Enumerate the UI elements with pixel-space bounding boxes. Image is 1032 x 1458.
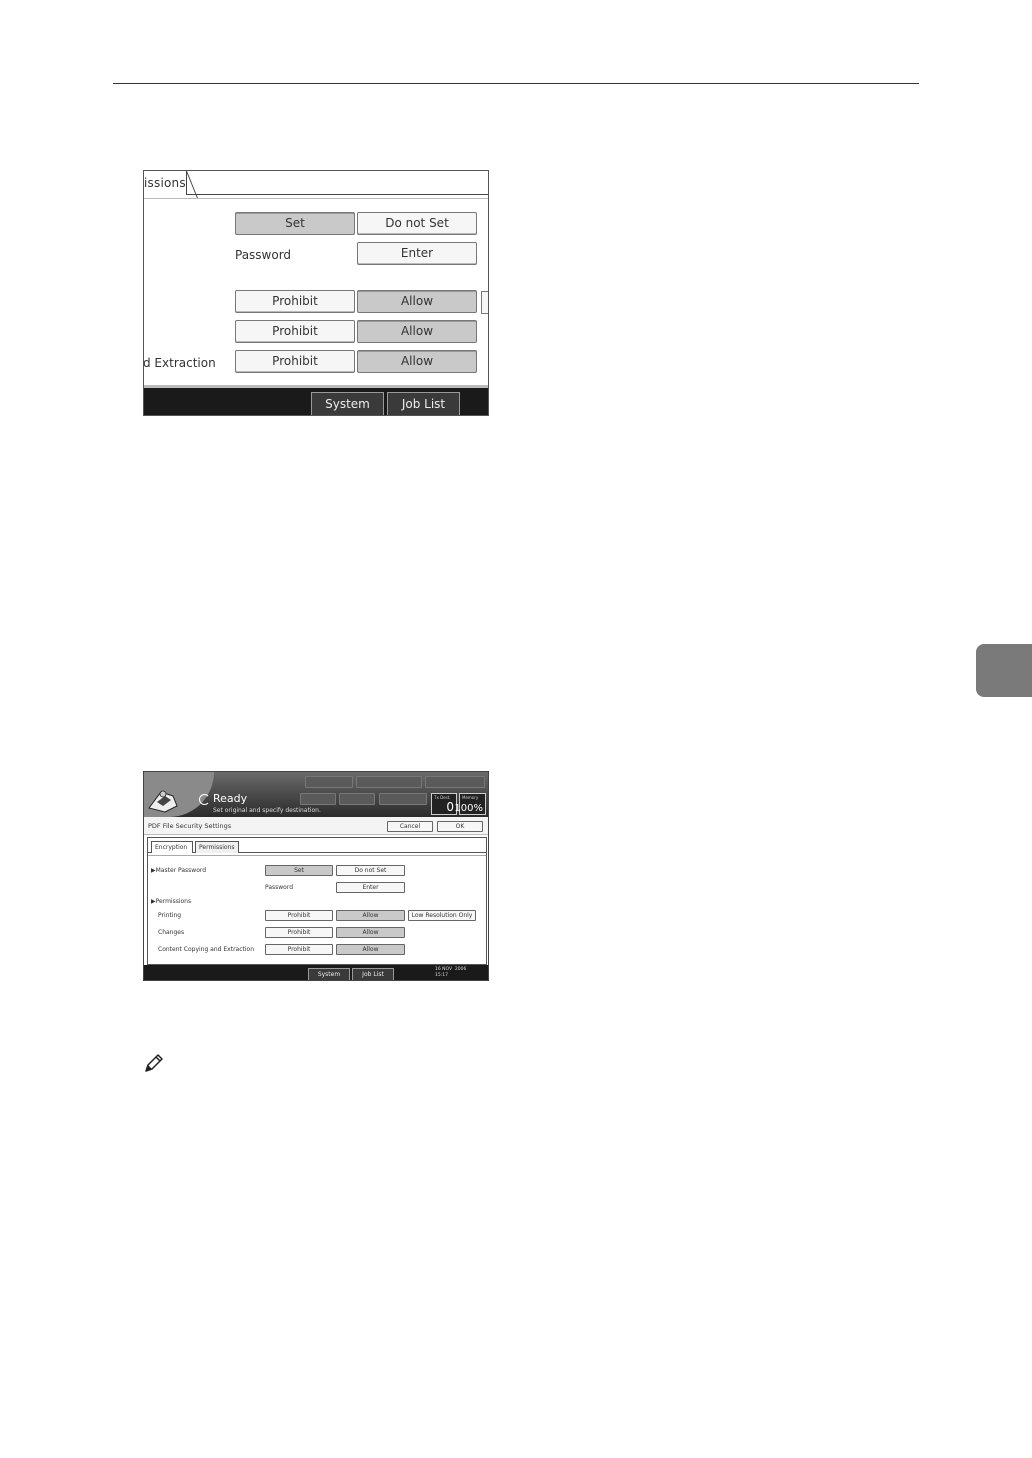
top-rule bbox=[113, 83, 919, 84]
memory-indicator: Memory 100% bbox=[454, 793, 486, 815]
system-status-button[interactable]: System Status bbox=[308, 968, 350, 980]
footer-bar: System Status Job List 16 NOV 2006 15:17 bbox=[144, 965, 488, 980]
changes-label: Changes bbox=[158, 929, 185, 936]
permissions-screen-zoomed: issions Set Do not Set Password Enter Pr… bbox=[143, 170, 489, 416]
master-password-heading: ▶Master Password bbox=[151, 867, 207, 874]
chapter-tab bbox=[976, 644, 1032, 697]
changes-allow-button[interactable]: Allow bbox=[336, 927, 405, 938]
tab-bar: issions bbox=[144, 171, 488, 198]
mode-button[interactable] bbox=[425, 776, 485, 788]
printing-prohibit-button[interactable]: Prohibit bbox=[235, 290, 355, 313]
status-subtext: Set original and specify destination. bbox=[213, 807, 321, 814]
status-header: Ready Set original and specify destinati… bbox=[144, 772, 488, 817]
copying-allow-button[interactable]: Allow bbox=[357, 350, 477, 373]
low-resolution-only-button[interactable]: Low Resolution Only bbox=[408, 910, 476, 921]
copying-prohibit-button[interactable]: Prohibit bbox=[235, 350, 355, 373]
changes-prohibit-button[interactable]: Prohibit bbox=[265, 927, 333, 938]
settings-panel: Encryption Permissions ▶Master Password … bbox=[147, 837, 487, 965]
date-time: 16 NOV 2006 15:17 bbox=[435, 967, 467, 978]
dialog-title: PDF File Security Settings bbox=[148, 822, 232, 830]
note-pencil-icon bbox=[145, 1054, 163, 1072]
mode-button[interactable] bbox=[339, 793, 375, 805]
tab-permissions[interactable]: issions bbox=[144, 171, 187, 195]
permissions-heading: ▶Permissions bbox=[151, 898, 192, 905]
job-list-button[interactable]: Job List bbox=[352, 968, 394, 980]
do-not-set-button[interactable]: Do not Set bbox=[336, 865, 405, 876]
password-label: Password bbox=[235, 248, 292, 262]
scanner-icon bbox=[148, 790, 178, 813]
pdf-security-screen: Ready Set original and specify destinati… bbox=[143, 771, 489, 981]
dest-counter-value: 0 bbox=[446, 800, 454, 814]
mode-button[interactable] bbox=[356, 776, 422, 788]
job-list-button[interactable]: Job List bbox=[387, 392, 460, 415]
changes-prohibit-button[interactable]: Prohibit bbox=[235, 320, 355, 343]
set-button[interactable]: Set bbox=[235, 212, 355, 235]
dest-counter: Tx Dest. 0 bbox=[431, 793, 457, 815]
mode-button[interactable] bbox=[379, 793, 427, 805]
low-resolution-button-edge[interactable] bbox=[481, 291, 488, 314]
tab-divider bbox=[148, 855, 486, 856]
printing-allow-button[interactable]: Allow bbox=[357, 290, 477, 313]
copying-extraction-label: Content Copying and Extraction bbox=[158, 946, 254, 953]
cancel-button[interactable]: Cancel bbox=[387, 821, 433, 832]
tab-encryption[interactable]: Encryption bbox=[151, 841, 193, 853]
password-label: Password bbox=[265, 884, 294, 891]
enter-button[interactable]: Enter bbox=[357, 242, 477, 265]
memory-value: 100% bbox=[454, 803, 483, 814]
memory-caption: Memory bbox=[462, 795, 479, 800]
footer-bar: System Status Job List bbox=[144, 385, 488, 415]
mode-button[interactable] bbox=[305, 776, 353, 788]
printing-label: Printing bbox=[158, 912, 182, 919]
changes-allow-button[interactable]: Allow bbox=[357, 320, 477, 343]
tab-divider bbox=[144, 198, 488, 199]
ok-button[interactable]: OK bbox=[437, 821, 483, 832]
ready-icon bbox=[199, 794, 210, 805]
dialog-titlebar: PDF File Security Settings Cancel OK bbox=[144, 817, 488, 835]
tab-permissions[interactable]: Permissions bbox=[195, 841, 239, 853]
system-status-button[interactable]: System Status bbox=[311, 392, 384, 415]
set-button[interactable]: Set bbox=[265, 865, 333, 876]
copying-prohibit-button[interactable]: Prohibit bbox=[265, 944, 333, 955]
printing-allow-button[interactable]: Allow bbox=[336, 910, 405, 921]
copying-extraction-label: d Extraction bbox=[143, 356, 216, 370]
status-text: Ready bbox=[213, 792, 248, 805]
mode-button[interactable] bbox=[300, 793, 336, 805]
tab-edge bbox=[186, 171, 198, 198]
do-not-set-button[interactable]: Do not Set bbox=[357, 212, 477, 235]
copying-allow-button[interactable]: Allow bbox=[336, 944, 405, 955]
enter-button[interactable]: Enter bbox=[336, 882, 405, 893]
printing-prohibit-button[interactable]: Prohibit bbox=[265, 910, 333, 921]
